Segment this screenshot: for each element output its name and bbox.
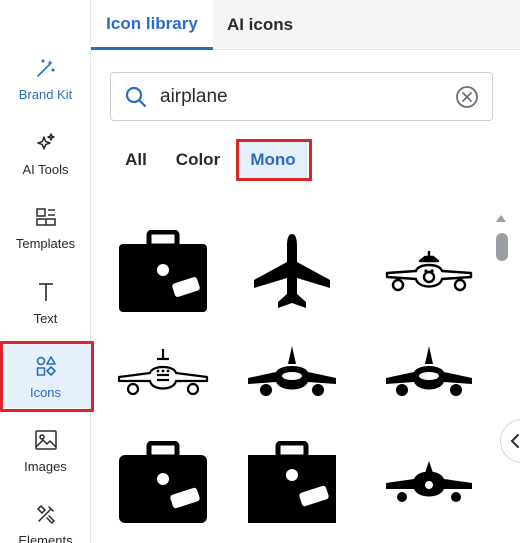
- airplane-front-outline-icon: [385, 251, 473, 292]
- icon-result-briefcase-3[interactable]: [237, 433, 347, 533]
- search-input[interactable]: airplane: [160, 86, 455, 108]
- icon-result-airplane-front-solid-3[interactable]: [374, 433, 484, 533]
- elements-icon: [33, 501, 59, 527]
- scrollbar-thumb[interactable]: [496, 233, 508, 261]
- sidebar-item-label: Icons: [29, 384, 62, 400]
- magic-wand-icon: [33, 55, 59, 81]
- left-sidebar: Brand Kit AI Tools Templates Text Icons …: [0, 0, 91, 543]
- icon-result-airplane-top[interactable]: [237, 222, 347, 322]
- icon-result-airplane-front-outline[interactable]: [374, 222, 484, 322]
- sidebar-item-label: Text: [33, 310, 58, 326]
- clear-icon[interactable]: [455, 85, 479, 109]
- sidebar-item-label: Elements: [18, 532, 73, 543]
- briefcase-tag-icon: [119, 230, 207, 312]
- briefcase-tag-icon: [248, 441, 336, 523]
- sidebar-item-ai-tools[interactable]: AI Tools: [0, 121, 91, 185]
- sidebar-item-images[interactable]: Images: [0, 418, 91, 482]
- filter-color[interactable]: Color: [168, 142, 228, 178]
- templates-icon: [33, 204, 59, 230]
- airplane-front-solid-icon: [386, 346, 472, 396]
- sidebar-item-label: AI Tools: [22, 161, 69, 177]
- icon-result-briefcase-2[interactable]: [108, 433, 218, 533]
- icon-result-airplane-front-solid-2[interactable]: [374, 322, 484, 422]
- sidebar-item-elements[interactable]: Elements: [0, 492, 91, 543]
- tab-ai-icons[interactable]: AI icons: [213, 0, 307, 50]
- sidebar-item-label: Images: [24, 458, 67, 474]
- tab-icon-library[interactable]: Icon library: [91, 0, 213, 50]
- sidebar-item-label: Brand Kit: [18, 86, 73, 102]
- chevron-left-icon: [510, 434, 519, 448]
- icon-result-airplane-front-solid[interactable]: [237, 322, 347, 422]
- sidebar-item-icons[interactable]: Icons: [0, 344, 91, 408]
- airplane-top-view-icon: [254, 234, 330, 308]
- search-icon: [124, 85, 148, 109]
- scroll-up-arrow-icon[interactable]: [494, 211, 508, 225]
- filter-all[interactable]: All: [118, 142, 154, 178]
- shapes-icon: [33, 353, 59, 379]
- icon-result-airplane-front-outline-2[interactable]: [108, 322, 218, 422]
- sidebar-item-brand-kit[interactable]: Brand Kit: [0, 46, 91, 110]
- airplane-front-solid-icon: [248, 346, 336, 396]
- sidebar-item-templates[interactable]: Templates: [0, 195, 91, 259]
- search-field[interactable]: airplane: [110, 72, 493, 121]
- sidebar-item-label: Templates: [15, 235, 76, 251]
- icon-result-briefcase[interactable]: [108, 222, 218, 322]
- airplane-front-outline-icon: [117, 349, 209, 396]
- filter-mono[interactable]: Mono: [239, 142, 307, 178]
- sidebar-item-text[interactable]: Text: [0, 270, 91, 334]
- airplane-front-solid-icon: [386, 461, 472, 502]
- text-icon: [33, 279, 59, 305]
- tab-bar: Icon library AI icons: [91, 0, 520, 50]
- image-icon: [33, 427, 59, 453]
- sparkles-icon: [33, 130, 59, 156]
- collapse-panel-button[interactable]: [500, 419, 520, 463]
- briefcase-tag-icon: [119, 441, 207, 523]
